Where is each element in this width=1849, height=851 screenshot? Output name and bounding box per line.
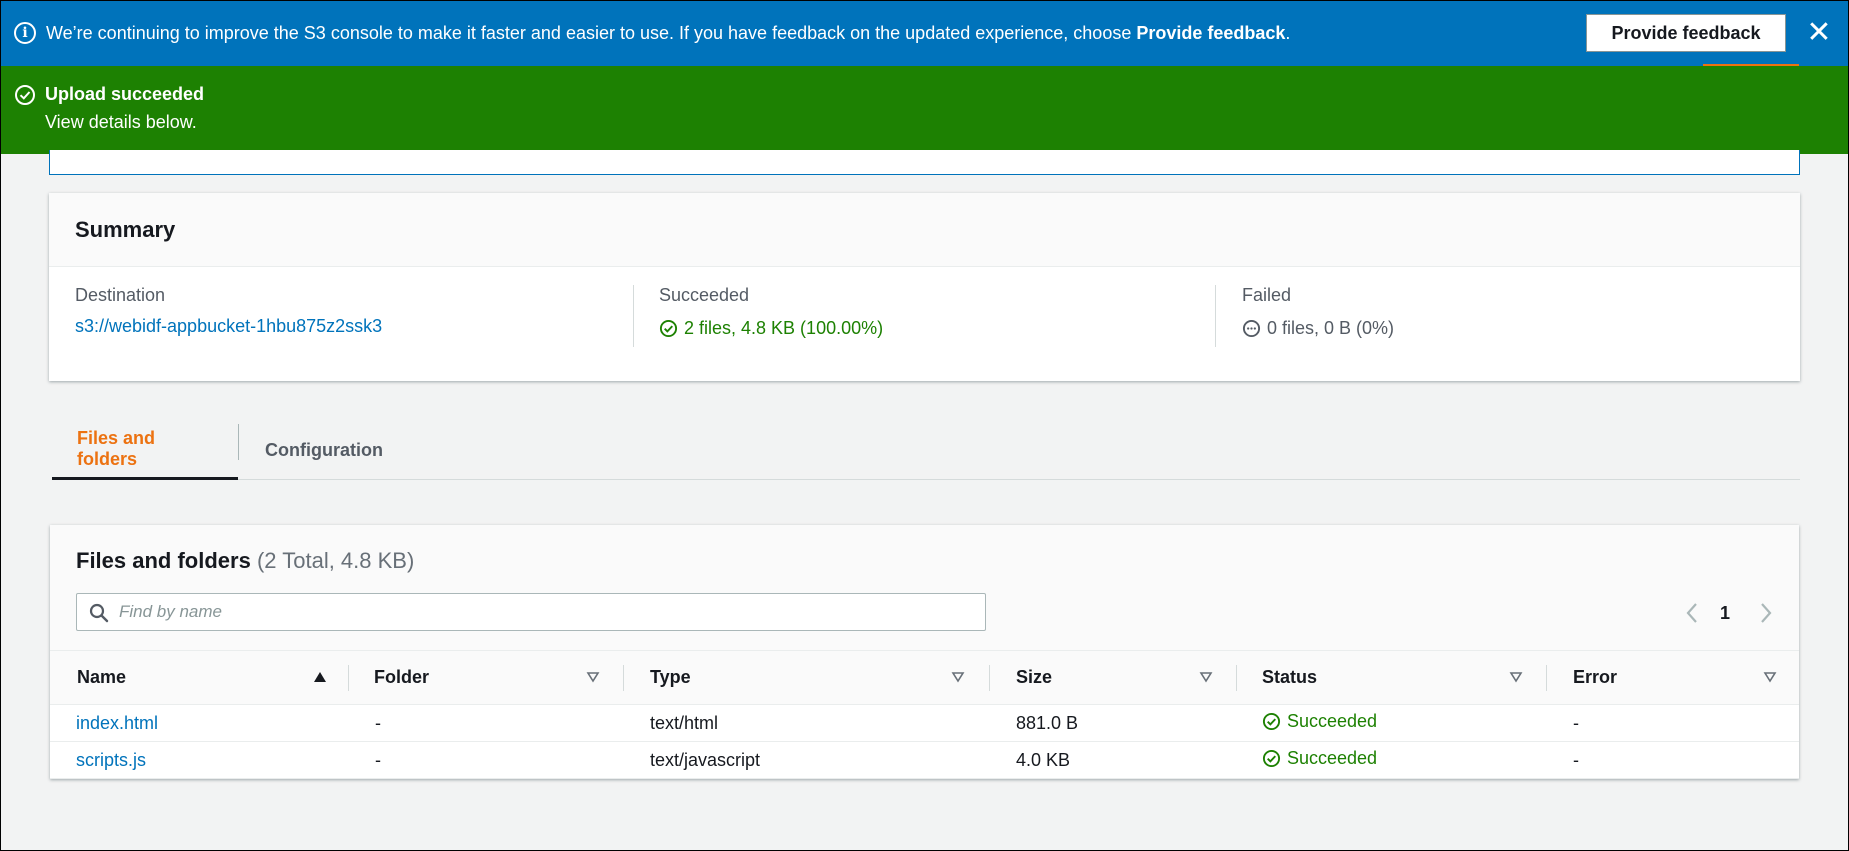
success-check-icon: [659, 319, 678, 338]
destination-section: Destination s3://webidf-appbucket-1hbu87…: [75, 285, 382, 337]
file-folder: -: [349, 741, 624, 779]
file-status: Succeeded: [1262, 711, 1377, 732]
file-folder: -: [349, 704, 624, 742]
tab-configuration[interactable]: Configuration: [240, 420, 408, 480]
sort-icon[interactable]: [951, 670, 965, 684]
info-banner: i We’re continuing to improve the S3 con…: [0, 0, 1849, 66]
files-card: Files and folders (2 Total, 4.8 KB) 1 Na: [50, 525, 1799, 779]
search-input[interactable]: [119, 600, 969, 624]
failed-section: Failed 0 files, 0 B (0%): [1242, 285, 1394, 339]
destination-link[interactable]: s3://webidf-appbucket-1hbu875z2ssk3: [75, 316, 382, 337]
page-number[interactable]: 1: [1720, 603, 1730, 624]
success-check-icon: [1262, 749, 1281, 767]
file-status-text: Succeeded: [1287, 710, 1378, 731]
column-header-error[interactable]: Error: [1547, 650, 1799, 705]
files-table: Name Folder Type Size Status Error index…: [50, 650, 1799, 779]
summary-title: Summary: [49, 193, 1800, 267]
info-text-prefix: We’re continuing to improve the S3 conso…: [46, 22, 1137, 43]
tab-files-and-folders[interactable]: Files and folders: [52, 420, 238, 480]
check-circle-icon: [15, 85, 35, 105]
search-icon: [89, 603, 109, 623]
column-header-label: Type: [650, 667, 691, 687]
files-header: Files and folders (2 Total, 4.8 KB) 1: [50, 525, 1799, 650]
column-header-status[interactable]: Status: [1237, 650, 1547, 705]
column-header-label: Name: [77, 667, 127, 687]
file-status-cell: Succeeded: [1237, 741, 1547, 779]
column-header-type[interactable]: Type: [624, 650, 990, 705]
column-header-size[interactable]: Size: [990, 650, 1237, 705]
sort-ascending-icon[interactable]: [313, 670, 327, 684]
sort-icon[interactable]: [586, 670, 600, 684]
file-status-cell: Succeeded: [1237, 704, 1547, 742]
failed-value-row: 0 files, 0 B (0%): [1242, 318, 1394, 339]
files-title: Files and folders (2 Total, 4.8 KB): [76, 548, 414, 574]
table-row: scripts.js - text/javascript 4.0 KB Succ…: [50, 741, 1799, 779]
upload-container-fragment: [49, 150, 1800, 175]
files-count: (2 Total, 4.8 KB): [256, 548, 415, 573]
column-header-folder[interactable]: Folder: [349, 650, 624, 705]
sort-icon[interactable]: [1509, 670, 1523, 684]
chevron-left-icon[interactable]: [1681, 599, 1703, 627]
tab-divider: [238, 424, 239, 460]
table-row: index.html - text/html 881.0 B Succeeded…: [50, 704, 1799, 742]
succeeded-value-row: 2 files, 4.8 KB (100.00%): [659, 318, 883, 339]
info-text-bold: Provide feedback: [1136, 22, 1286, 43]
chevron-right-icon[interactable]: [1755, 599, 1777, 627]
file-size: 881.0 B: [990, 704, 1237, 742]
file-type: text/javascript: [624, 741, 990, 779]
column-divider: [633, 285, 634, 347]
success-check-icon: [1262, 712, 1281, 730]
column-header-label: Folder: [374, 667, 430, 687]
file-status-text: Succeeded: [1287, 747, 1378, 768]
files-title-text: Files and folders: [76, 548, 251, 573]
info-banner-text: We’re continuing to improve the S3 conso…: [46, 23, 1290, 44]
close-icon[interactable]: ✕: [1804, 16, 1834, 50]
file-size: 4.0 KB: [990, 741, 1237, 779]
info-text-suffix: .: [1285, 22, 1291, 43]
succeeded-section: Succeeded 2 files, 4.8 KB (100.00%): [659, 285, 883, 339]
file-error: -: [1547, 741, 1799, 779]
sort-icon[interactable]: [1199, 670, 1213, 684]
failed-label: Failed: [1242, 285, 1292, 305]
success-banner: [0, 66, 1849, 154]
failed-value: 0 files, 0 B (0%): [1267, 318, 1395, 338]
file-type: text/html: [624, 704, 990, 742]
info-icon: i: [14, 22, 36, 44]
tab-bar: Files and folders Configuration: [52, 420, 1800, 480]
file-name-link[interactable]: index.html: [50, 704, 349, 742]
column-header-label: Error: [1573, 667, 1618, 687]
success-title: Upload succeeded: [45, 84, 205, 104]
column-header-label: Size: [1016, 667, 1053, 687]
search-box: [76, 593, 986, 631]
sort-icon[interactable]: [1763, 670, 1777, 684]
column-divider: [1215, 285, 1216, 347]
provide-feedback-button[interactable]: Provide feedback: [1586, 14, 1786, 52]
file-name-link[interactable]: scripts.js: [50, 741, 349, 779]
column-header-label: Status: [1262, 667, 1318, 687]
destination-label: Destination: [75, 285, 166, 305]
succeeded-value: 2 files, 4.8 KB (100.00%): [684, 318, 884, 338]
pending-dots-icon: [1242, 319, 1261, 338]
table-header-row: Name Folder Type Size Status Error: [50, 650, 1799, 705]
file-status: Succeeded: [1262, 748, 1377, 769]
column-header-name[interactable]: Name: [50, 650, 349, 705]
success-subtitle: View details below.: [45, 112, 197, 132]
summary-card: Summary Destination s3://webidf-appbucke…: [49, 193, 1800, 381]
succeeded-label: Succeeded: [659, 285, 750, 305]
file-error: -: [1547, 704, 1799, 742]
